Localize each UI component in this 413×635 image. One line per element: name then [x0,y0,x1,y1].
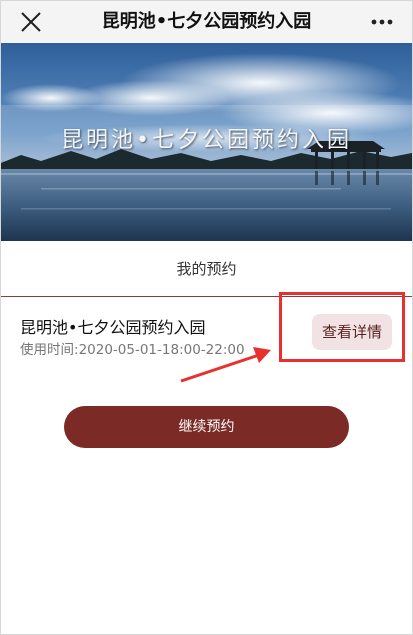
banner-image: 昆明池•七夕公园预约入园 [1,43,412,241]
reservation-time-value: 2020-05-01-18:00-22:00 [78,342,245,358]
page-title: 昆明池•七夕公园预约入园 [101,11,312,32]
top-bar: 昆明池•七夕公园预约入园 [1,1,412,43]
page: 昆明池•七夕公园预约入园 昆明池•七夕公园预约入园 我的预约 昆明池•七夕公园预… [0,0,413,635]
close-button[interactable] [15,6,47,38]
more-dots-icon [371,19,393,25]
continue-booking-button[interactable]: 继续预约 [64,406,349,448]
reservation-name: 昆明池•七夕公园预约入园 [20,318,206,337]
banner-title: 昆明池•七夕公园预约入园 [61,128,352,153]
more-button[interactable] [366,6,398,38]
view-details-button[interactable]: 查看详情 [312,314,392,350]
reservation-time-label: 使用时间: [20,342,79,358]
reservation-time: 使用时间:2020-05-01-18:00-22:00 [20,338,245,358]
close-icon [21,12,41,32]
section-title: 我的预约 [176,260,237,278]
section-divider [1,296,412,297]
